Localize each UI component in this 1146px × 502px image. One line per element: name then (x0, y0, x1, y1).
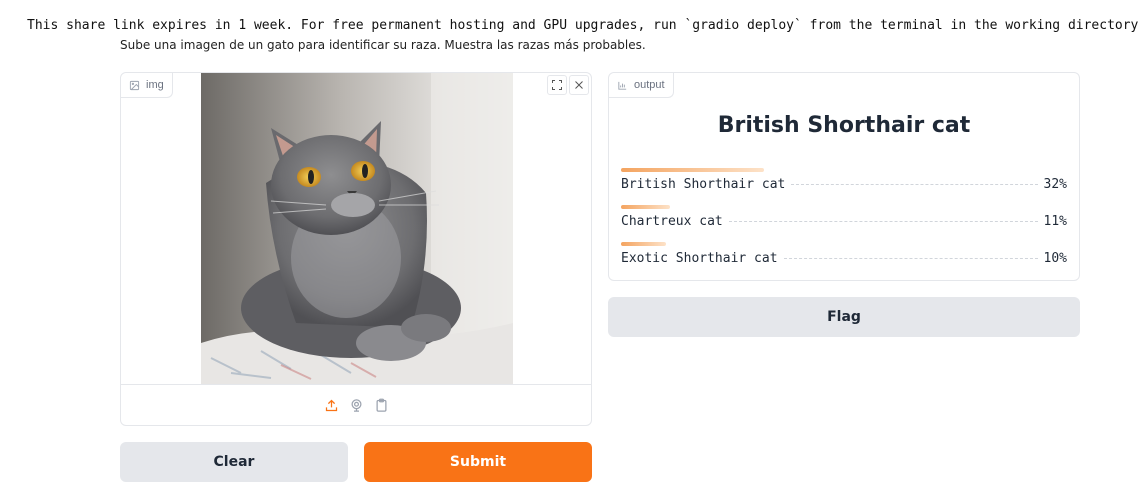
confidence-label: Exotic Shorthair cat (621, 251, 778, 266)
app-description: Sube una imagen de un gato para identifi… (120, 38, 646, 52)
image-icon (129, 80, 140, 90)
clipboard-icon (376, 398, 386, 412)
predicted-label: British Shorthair cat (717, 113, 971, 138)
image-input-label-text: img (146, 79, 164, 91)
chart-icon (618, 81, 627, 90)
confidence-label: British Shorthair cat (621, 177, 786, 192)
confidence-label: Chartreux cat (621, 214, 723, 229)
confidence-item[interactable]: Exotic Shorthair cat 10% (621, 242, 1067, 279)
confidence-row: Chartreux cat 11% (621, 214, 1067, 229)
clear-image-button[interactable] (569, 75, 589, 95)
image-source-bar (121, 384, 591, 425)
upload-icon (325, 399, 337, 411)
confidence-list: British Shorthair cat 32% Chartreux cat … (621, 168, 1067, 279)
output-label: output (609, 73, 674, 98)
confidence-value: 10% (1043, 251, 1067, 266)
output-panel: output British Shorthair cat British Sho… (608, 72, 1080, 281)
output-label-text: output (634, 79, 665, 91)
submit-button[interactable]: Submit (364, 442, 592, 482)
upload-source-button[interactable] (324, 398, 339, 413)
image-input-label: img (121, 73, 173, 98)
clear-button[interactable]: Clear (120, 442, 348, 482)
image-input-panel: img (120, 72, 592, 426)
confidence-bar (621, 168, 764, 172)
share-link-notice: This share link expires in 1 week. For f… (27, 18, 1146, 33)
confidence-divider (783, 258, 1038, 259)
confidence-value: 32% (1043, 177, 1067, 192)
webcam-source-button[interactable] (349, 398, 364, 413)
close-icon (575, 81, 583, 89)
fullscreen-icon (552, 80, 562, 90)
confidence-divider (791, 184, 1038, 185)
flag-button[interactable]: Flag (608, 297, 1080, 337)
confidence-item[interactable]: British Shorthair cat 32% (621, 168, 1067, 205)
confidence-bar (621, 242, 666, 246)
cat-photo (201, 73, 513, 385)
confidence-divider (728, 221, 1038, 222)
clipboard-source-button[interactable] (374, 398, 389, 413)
confidence-row: Exotic Shorthair cat 10% (621, 251, 1067, 266)
confidence-row: British Shorthair cat 32% (621, 177, 1067, 192)
image-controls (547, 75, 589, 95)
confidence-bar (621, 205, 671, 209)
fullscreen-button[interactable] (547, 75, 567, 95)
confidence-item[interactable]: Chartreux cat 11% (621, 205, 1067, 242)
webcam-icon (351, 398, 361, 412)
confidence-value: 11% (1043, 214, 1067, 229)
uploaded-cat-image[interactable] (201, 73, 513, 385)
